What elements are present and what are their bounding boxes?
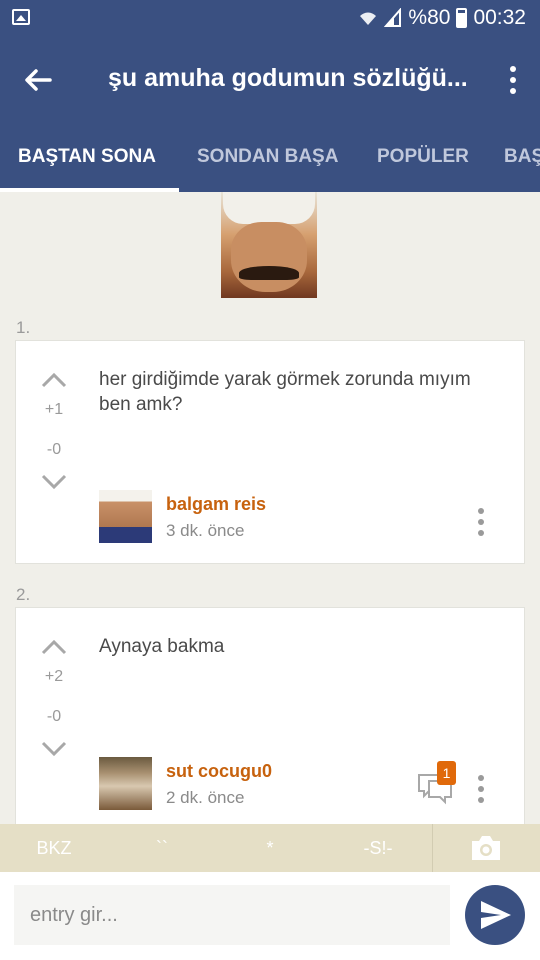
tab-more[interactable]: BAŞ <box>504 124 540 192</box>
more-vertical-icon[interactable] <box>506 62 520 98</box>
wifi-icon <box>360 12 377 25</box>
tab-bar: BAŞTAN SONA SONDAN BAŞA POPÜLER BAŞ <box>0 124 540 192</box>
author-name[interactable]: sut cocugu0 <box>166 761 272 782</box>
entry-text: her girdiğimde yarak görmek zorunda mıyı… <box>99 369 471 415</box>
backtick-button[interactable]: `` <box>108 824 216 872</box>
chevron-up-icon[interactable] <box>40 371 68 389</box>
entry-list[interactable]: 1. +1 -0 her girdiğimde yarak görmek zor… <box>0 192 540 824</box>
signal-icon <box>384 8 402 27</box>
arrow-left-icon <box>25 69 52 91</box>
status-right: %80 00:32 <box>358 6 526 30</box>
composer <box>0 872 540 960</box>
upvote-count: +2 <box>44 668 64 685</box>
gallery-icon <box>12 9 30 25</box>
send-button[interactable] <box>465 885 525 945</box>
entry-card: +1 -0 her girdiğimde yarak görmek zorund… <box>15 340 525 564</box>
entry-card: +2 -0 Aynaya bakma sut cocugu0 2 dk. önc… <box>15 607 525 824</box>
chevron-up-icon[interactable] <box>40 638 68 656</box>
author-name[interactable]: balgam reis <box>166 494 266 515</box>
app-bar: şu amuha godumun sözlüğü... <box>0 36 540 124</box>
downvote-count: -0 <box>46 708 62 725</box>
upvote-count: +1 <box>44 401 64 418</box>
tab-sondan-basa[interactable]: SONDAN BAŞA <box>197 124 338 192</box>
send-icon <box>481 901 511 929</box>
entry-number: 1. <box>16 318 31 337</box>
entry-time[interactable]: 3 dk. önce <box>166 521 244 541</box>
comment-count-badge[interactable]: 1 <box>437 761 456 785</box>
spoiler-button[interactable]: -S!- <box>324 824 432 872</box>
entry-input[interactable] <box>14 885 450 945</box>
tab-bastan-sona[interactable]: BAŞTAN SONA <box>18 124 156 192</box>
avatar[interactable] <box>99 757 152 810</box>
status-bar: %80 00:32 <box>0 0 540 36</box>
camera-icon[interactable] <box>470 834 502 862</box>
back-button[interactable] <box>18 60 58 100</box>
battery-percent: %80 <box>408 6 451 29</box>
bkz-button[interactable]: BKZ <box>0 824 108 872</box>
chevron-down-icon[interactable] <box>40 740 68 758</box>
star-button[interactable]: * <box>216 824 324 872</box>
formatting-toolbar: BKZ `` * -S!- <box>0 824 540 872</box>
entry-text: Aynaya bakma <box>99 636 225 657</box>
entry-number: 2. <box>16 585 31 604</box>
chevron-down-icon[interactable] <box>40 473 68 491</box>
clock: 00:32 <box>473 6 526 29</box>
battery-icon <box>456 8 468 28</box>
topic-image[interactable] <box>221 192 317 298</box>
downvote-count: -0 <box>46 441 62 458</box>
page-title: şu amuha godumun sözlüğü... <box>108 64 468 92</box>
entry-more-icon[interactable] <box>478 775 486 803</box>
toolbar-divider <box>432 824 433 872</box>
avatar[interactable] <box>99 490 152 543</box>
tab-populer[interactable]: POPÜLER <box>377 124 469 192</box>
entry-more-icon[interactable] <box>478 508 486 536</box>
entry-time[interactable]: 2 dk. önce <box>166 788 244 808</box>
